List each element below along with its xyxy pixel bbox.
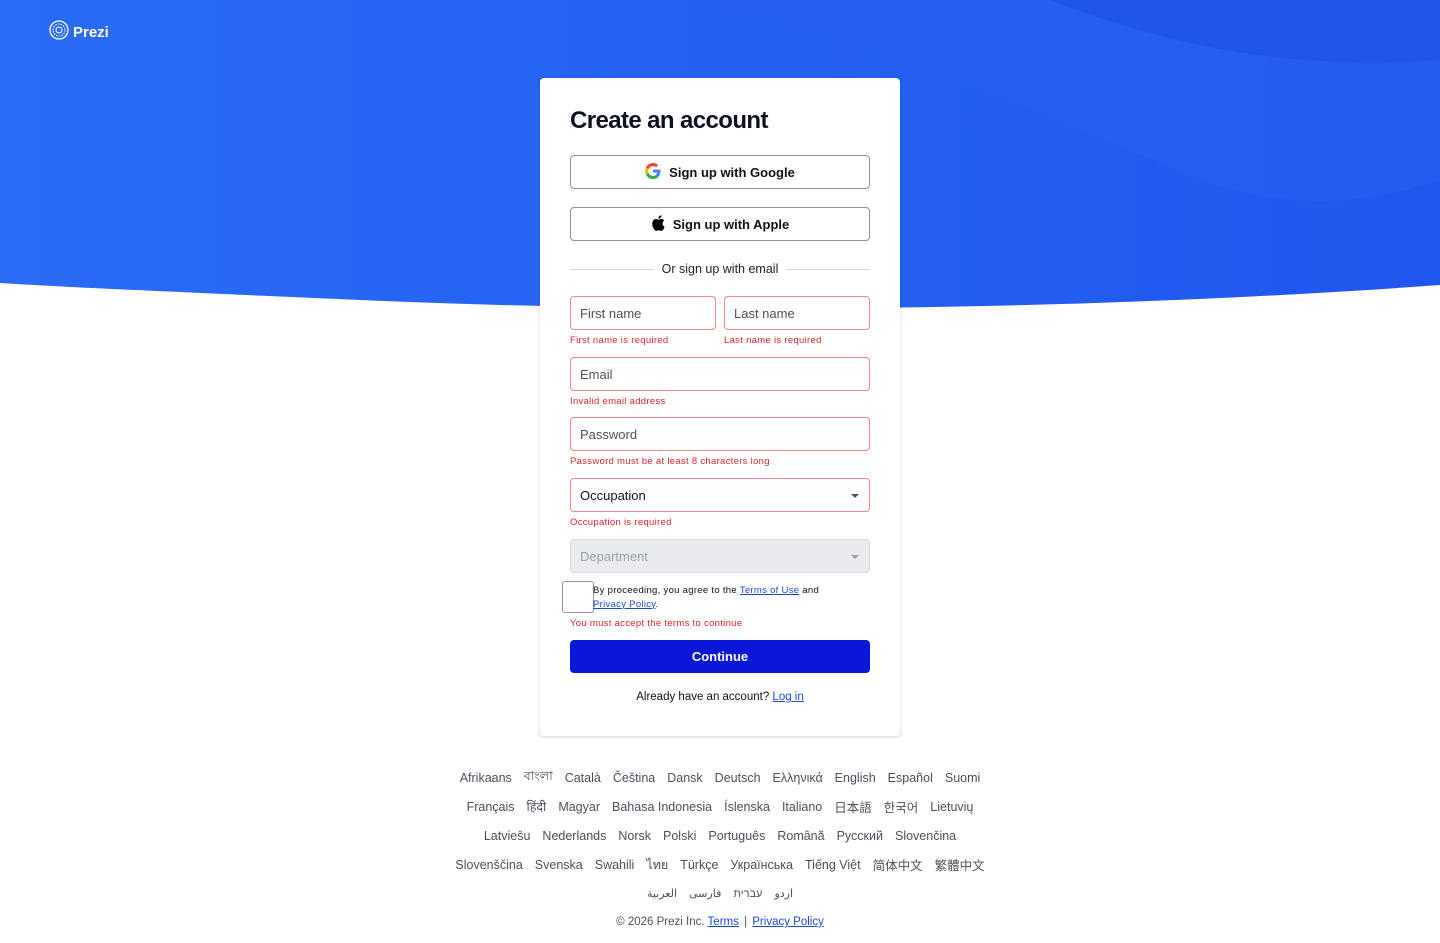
language-link[interactable]: Deutsch (715, 771, 761, 785)
department-select[interactable]: Department (570, 539, 870, 573)
language-link[interactable]: اردو (774, 887, 793, 900)
language-link[interactable]: Slovenčina (895, 829, 956, 843)
footer-terms-link[interactable]: Terms (708, 916, 739, 928)
chevron-down-icon (851, 494, 859, 498)
language-link[interactable]: Polski (663, 829, 696, 843)
login-prompt: Already have an account? Log in (540, 691, 900, 703)
terms-and: and (802, 585, 820, 596)
occupation-select[interactable]: Occupation (570, 478, 870, 512)
divider-line-left (570, 268, 654, 270)
password-error: Password must be at least 8 characters l… (570, 456, 770, 467)
language-row: Français हिंदी Magyar Bahasa Indonesia Íslen… (400, 792, 1040, 821)
login-link[interactable]: Log in (772, 691, 803, 703)
language-link[interactable]: Svenska (535, 858, 583, 872)
language-link[interactable]: Català (565, 771, 601, 785)
apple-signup-label: Sign up with Apple (672, 216, 790, 232)
prezi-logo[interactable]: Prezi (49, 20, 109, 44)
first-name-field[interactable] (570, 296, 716, 330)
language-link[interactable]: Français (467, 800, 515, 814)
language-link[interactable]: ไทย (646, 855, 668, 875)
occupation-label: Occupation (580, 487, 646, 503)
footer-separator: | (744, 916, 748, 928)
last-name-input[interactable] (734, 297, 869, 329)
language-link[interactable]: Türkçe (680, 858, 718, 872)
language-link[interactable]: Русский (837, 829, 883, 843)
language-link[interactable]: Čeština (613, 771, 655, 785)
language-link[interactable]: Nederlands (542, 829, 606, 843)
prezi-logo-icon (49, 20, 69, 44)
divider-text: Or sign up with email (661, 262, 779, 276)
language-link[interactable]: Italiano (782, 800, 822, 814)
first-name-input[interactable] (580, 297, 715, 329)
language-link[interactable]: Bahasa Indonesia (612, 800, 712, 814)
language-link[interactable]: Íslenska (724, 800, 770, 814)
language-link[interactable]: Español (888, 771, 933, 785)
language-link[interactable]: Afrikaans (460, 771, 512, 785)
email-input[interactable] (580, 358, 869, 390)
email-divider: Or sign up with email (570, 262, 870, 276)
signup-card: Create an account Sign up with Google Si… (540, 78, 900, 736)
language-link[interactable]: বাংলা (524, 768, 553, 788)
terms-text: By proceeding, you agree to the Terms of… (593, 584, 863, 611)
language-link[interactable]: Українська (730, 858, 793, 872)
google-icon (645, 162, 661, 182)
language-link[interactable]: Tiếng Việt (805, 858, 861, 872)
email-field[interactable] (570, 357, 870, 391)
language-link[interactable]: 简体中文 (873, 855, 923, 874)
language-link[interactable]: Lietuvių (930, 800, 973, 814)
language-row: Afrikaans বাংলা Català Čeština Dansk Deutsch Ε… (400, 763, 1040, 792)
language-link[interactable]: Ελληνικά (773, 771, 823, 785)
page-title: Create an account (570, 107, 768, 134)
last-name-error: Last name is required (724, 335, 822, 346)
language-link[interactable]: Dansk (667, 771, 702, 785)
language-link[interactable]: Swahili (595, 858, 635, 872)
google-signup-button[interactable]: Sign up with Google (570, 155, 870, 189)
language-link[interactable]: Norsk (618, 829, 651, 843)
divider-line-right (786, 268, 870, 270)
continue-button[interactable]: Continue (570, 640, 870, 673)
last-name-field[interactable] (724, 296, 870, 330)
language-row: Latviešu Nederlands Norsk Polski Português Ro… (400, 821, 1040, 850)
privacy-policy-link[interactable]: Privacy Policy (593, 599, 656, 610)
language-link[interactable]: Português (708, 829, 765, 843)
copyright-text: © 2026 Prezi Inc. (616, 916, 705, 928)
footer: © 2026 Prezi Inc. Terms | Privacy Policy (0, 916, 1440, 928)
chevron-down-icon (851, 555, 859, 559)
language-link[interactable]: Slovenščina (455, 858, 522, 872)
occupation-error: Occupation is required (570, 517, 672, 528)
language-link[interactable]: 한국어 (884, 797, 919, 816)
language-row: Slovenščina Svenska Swahili ไทย Türkçe Україн… (400, 850, 1040, 879)
language-link[interactable]: 繁體中文 (935, 855, 985, 874)
footer-privacy-link[interactable]: Privacy Policy (752, 916, 824, 928)
apple-signup-button[interactable]: Sign up with Apple (570, 207, 870, 241)
language-selector: Afrikaans বাংলা Català Čeština Dansk Deutsch Ε… (400, 763, 1040, 908)
terms-prefix: By proceeding, you agree to the (593, 585, 737, 596)
prezi-wordmark: Prezi (73, 23, 109, 41)
terms-checkbox[interactable] (562, 581, 594, 613)
google-signup-label: Sign up with Google (669, 164, 795, 180)
language-link[interactable]: Suomi (945, 771, 980, 785)
terms-error: You must accept the terms to continue (570, 618, 743, 629)
terms-suffix: . (655, 598, 659, 610)
language-link[interactable]: English (835, 771, 876, 785)
language-link[interactable]: Magyar (558, 800, 600, 814)
language-link[interactable]: Română (777, 829, 824, 843)
language-link[interactable]: Latviešu (484, 829, 531, 843)
department-label: Department (580, 548, 648, 564)
language-row: العربية فارسی עברית اردو (400, 879, 1040, 908)
language-link[interactable]: עברית (733, 888, 762, 900)
language-link[interactable]: हिंदी (527, 798, 547, 815)
apple-icon (651, 214, 665, 234)
password-input[interactable] (580, 418, 869, 450)
language-link[interactable]: فارسی (689, 887, 721, 900)
password-field[interactable] (570, 417, 870, 451)
email-error: Invalid email address (570, 396, 666, 407)
language-link[interactable]: 日本語 (834, 797, 872, 816)
first-name-error: First name is required (570, 335, 669, 346)
login-prompt-text: Already have an account? (636, 691, 770, 703)
language-link[interactable]: العربية (647, 887, 677, 900)
terms-of-use-link[interactable]: Terms of Use (740, 585, 800, 596)
